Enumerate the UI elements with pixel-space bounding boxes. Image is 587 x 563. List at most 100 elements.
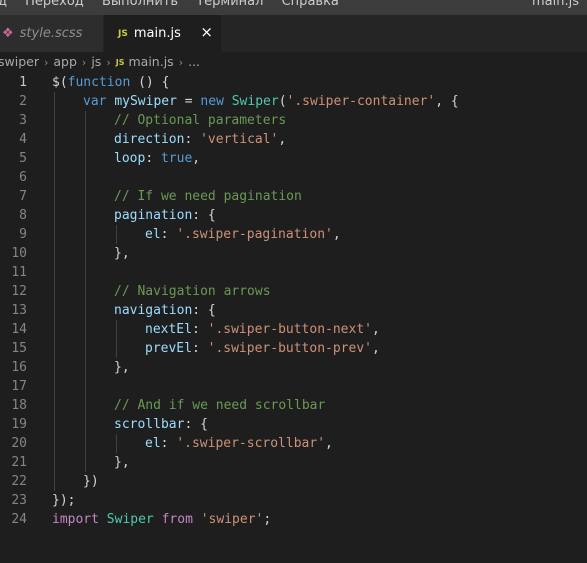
code-line[interactable]: 15 prevEl: '.swiper-button-prev', xyxy=(0,339,587,358)
indent-guide xyxy=(116,434,117,453)
code-token: , xyxy=(192,151,201,166)
code-token: 'swiper' xyxy=(200,512,264,527)
code-token: : { xyxy=(192,208,216,223)
breadcrumb-item-app[interactable]: app xyxy=(53,54,77,69)
code-line[interactable]: 9 el: '.swiper-pagination', xyxy=(0,225,587,244)
code-line[interactable]: 11 xyxy=(0,263,587,282)
line-source: // Optional parameters xyxy=(114,111,286,130)
line-source: pagination: { xyxy=(114,206,216,225)
code-token: // And if we need scrollbar xyxy=(114,398,326,413)
code-token: , xyxy=(278,132,287,147)
code-line[interactable]: 22}) xyxy=(0,472,587,491)
line-source: }, xyxy=(114,358,130,377)
line-source: }, xyxy=(114,453,130,472)
menu-item-partial[interactable]: д xyxy=(0,0,7,9)
code-token: loop xyxy=(114,151,146,166)
line-source: direction: 'vertical', xyxy=(114,130,286,149)
line-source: prevEl: '.swiper-button-prev', xyxy=(145,339,380,358)
menu-item-go[interactable]: Переход xyxy=(25,0,84,9)
line-number: 17 xyxy=(11,379,27,394)
menu-item-run[interactable]: Выполнить xyxy=(102,0,178,9)
code-token: // Optional parameters xyxy=(114,113,287,128)
code-token: new xyxy=(200,94,224,109)
js-icon: JS xyxy=(115,58,125,67)
code-editor[interactable]: 1 $(function () {2 var mySwiper = new Swip… xyxy=(0,72,587,563)
code-line[interactable]: 20 el: '.swiper-scrollbar', xyxy=(0,434,587,453)
line-source: el: '.swiper-pagination', xyxy=(145,225,341,244)
chevron-right-icon: › xyxy=(43,56,49,69)
line-source: import Swiper from 'swiper'; xyxy=(52,510,271,529)
breadcrumb: swiper › app › js › JS main.js ›... xyxy=(0,52,587,72)
code-token: '.swiper-pagination' xyxy=(176,227,333,242)
code-token: '.swiper-scrollbar' xyxy=(176,436,326,451)
code-token: direction xyxy=(114,132,185,147)
line-source: // Navigation arrows xyxy=(114,282,271,301)
code-line[interactable]: 3 // Optional parameters xyxy=(0,111,587,130)
code-line[interactable]: 14 nextEl: '.swiper-button-next', xyxy=(0,320,587,339)
tab-main-js[interactable]: JS main.js × xyxy=(104,15,221,52)
line-number: 8 xyxy=(19,208,27,223)
code-line[interactable]: 19 scrollbar: { xyxy=(0,415,587,434)
code-line[interactable]: 16}, xyxy=(0,358,587,377)
code-token: var xyxy=(83,94,107,109)
code-token: el xyxy=(145,436,161,451)
line-number: 23 xyxy=(11,493,27,508)
line-number: 24 xyxy=(11,512,27,527)
code-token: $( xyxy=(52,75,68,90)
close-icon[interactable]: × xyxy=(200,24,213,41)
breadcrumb-item-main-js[interactable]: main.js xyxy=(128,54,173,69)
code-token: }, xyxy=(114,360,130,375)
line-source: loop: true, xyxy=(114,149,200,168)
line-source: nextEl: '.swiper-button-next', xyxy=(145,320,380,339)
code-line[interactable]: 23}); xyxy=(0,491,587,510)
code-line[interactable]: 8 pagination: { xyxy=(0,206,587,225)
line-number: 14 xyxy=(11,322,27,337)
line-number: 3 xyxy=(19,113,27,128)
breadcrumb-item-symbols[interactable]: ... xyxy=(188,54,200,69)
code-line[interactable]: 13 navigation: { xyxy=(0,301,587,320)
code-token: ; xyxy=(263,512,272,527)
code-token: : { xyxy=(192,303,216,318)
indent-guide xyxy=(116,320,117,358)
menu-bar: д Переход Выполнить Терминал Справка mai… xyxy=(0,0,587,15)
line-number: 18 xyxy=(11,398,27,413)
menu-item-help[interactable]: Справка xyxy=(282,0,339,9)
menu-item-terminal[interactable]: Терминал xyxy=(196,0,263,9)
line-number: 4 xyxy=(19,132,27,147)
code-token: , xyxy=(372,322,380,337)
code-token: }, xyxy=(114,455,130,470)
code-line[interactable]: 18 // And if we need scrollbar xyxy=(0,396,587,415)
line-number: 12 xyxy=(11,284,27,299)
code-token: 'vertical' xyxy=(200,132,279,147)
code-token: // If we need pagination xyxy=(114,189,302,204)
code-line[interactable]: 21}, xyxy=(0,453,587,472)
breadcrumb-item-js[interactable]: js xyxy=(91,54,101,69)
code-token: mySwiper xyxy=(114,94,177,109)
code-line[interactable]: 4 direction: 'vertical', xyxy=(0,130,587,149)
code-line[interactable]: 5 loop: true, xyxy=(0,149,587,168)
code-token: // Navigation arrows xyxy=(114,284,271,299)
code-line[interactable]: 2 var mySwiper = new Swiper('.swiper-cont… xyxy=(0,92,587,111)
code-line[interactable]: 10}, xyxy=(0,244,587,263)
code-token: from xyxy=(161,512,193,527)
code-line[interactable]: 6 xyxy=(0,168,587,187)
line-source: // If we need pagination xyxy=(114,187,302,206)
code-line[interactable]: 12 // Navigation arrows xyxy=(0,282,587,301)
code-line[interactable]: 7 // If we need pagination xyxy=(0,187,587,206)
line-number: 6 xyxy=(19,170,27,185)
chevron-right-icon: › xyxy=(81,56,87,69)
tab-style-scss[interactable]: ❖ style.scss xyxy=(0,15,104,52)
line-number: 21 xyxy=(11,455,27,470)
code-line[interactable]: 1 $(function () { xyxy=(0,73,587,92)
tab-label: main.js xyxy=(133,26,181,41)
code-line[interactable]: 24 import Swiper from 'swiper'; xyxy=(0,510,587,529)
code-line[interactable]: 17 xyxy=(0,377,587,396)
line-source: el: '.swiper-scrollbar', xyxy=(145,434,333,453)
code-token: Swiper xyxy=(106,512,154,527)
code-token: : xyxy=(184,132,201,147)
code-token: : xyxy=(191,322,208,337)
breadcrumb-item-swiper[interactable]: swiper xyxy=(0,54,39,69)
